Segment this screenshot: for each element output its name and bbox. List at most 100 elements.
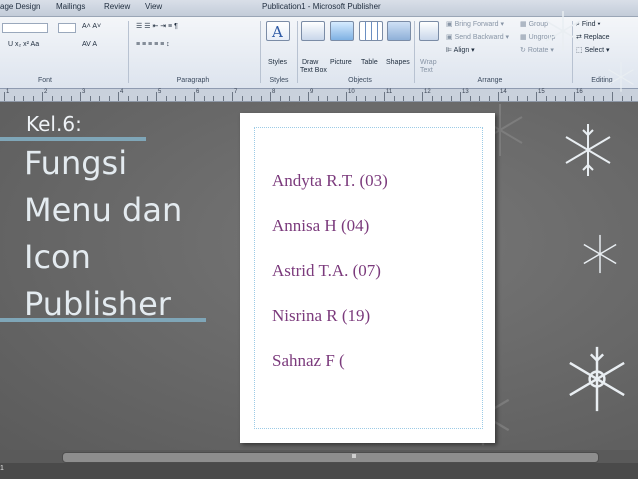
ruler-number: 11 — [386, 89, 393, 95]
underline-icon[interactable]: U x₂ x² Aa — [8, 41, 39, 49]
ruler-tick — [156, 92, 157, 101]
ruler-tick — [583, 96, 585, 101]
align-icons[interactable]: ≡ ≡ ≡ ≡ ≡ ↕ — [136, 41, 170, 49]
styles-button[interactable]: Styles — [268, 59, 287, 67]
wrap-text-button-line2[interactable]: Text — [420, 67, 433, 75]
title-line: Icon — [24, 238, 91, 276]
publication-page[interactable]: Andyta R.T. (03) Annisa H (04) Astrid T.… — [240, 113, 495, 443]
ruler-number: 2 — [44, 89, 48, 95]
ruler-tick — [51, 96, 53, 101]
bring-forward-button[interactable]: ▣ Bring Forward ▾ — [446, 21, 504, 29]
ruler-tick — [260, 96, 262, 101]
ruler-tick — [422, 92, 423, 101]
bullets-icon[interactable]: ☰ ☰ ⇤ ⇥ ≡ ¶ — [136, 23, 178, 31]
member-name: Annisa H (04) — [272, 216, 370, 235]
ruler-number: 6 — [196, 89, 200, 95]
grow-font-icon[interactable]: A˄ A˅ — [82, 23, 101, 31]
wrap-text-icon[interactable] — [419, 21, 439, 41]
select-label: Select — [584, 47, 605, 54]
tab-review[interactable]: Review — [104, 2, 130, 11]
snowflake-icon — [545, 11, 581, 51]
ruler-number: 7 — [234, 89, 238, 95]
ruler-tick — [346, 92, 347, 101]
send-backward-button[interactable]: ▣ Send Backward ▾ — [446, 34, 509, 42]
ruler-tick — [175, 96, 176, 101]
ruler-tick — [89, 96, 91, 101]
status-bar — [0, 463, 638, 479]
ruler-tick — [241, 96, 243, 101]
tab-page-design[interactable]: age Design — [0, 2, 40, 11]
ruler-tick — [355, 96, 357, 101]
ruler-tick — [317, 96, 319, 101]
ruler-tick — [536, 92, 537, 101]
font-size-box[interactable] — [58, 23, 76, 33]
ruler-tick — [460, 92, 461, 101]
ruler-tick — [564, 96, 566, 101]
ruler-tick — [374, 96, 376, 101]
ruler-tick — [365, 96, 366, 101]
page-indicator[interactable]: 1 — [0, 465, 4, 472]
ruler-tick — [118, 92, 119, 101]
picture-icon[interactable] — [330, 21, 354, 41]
ruler-tick — [431, 96, 433, 101]
ruler-tick — [574, 92, 575, 101]
ruler-tick — [327, 96, 328, 101]
ruler-tick — [308, 92, 309, 101]
ruler-tick — [393, 96, 395, 101]
ruler-tick — [251, 96, 252, 101]
horizontal-scrollbar[interactable] — [62, 452, 599, 463]
ruler-tick — [165, 96, 167, 101]
ruler-tick — [403, 96, 404, 101]
arrange-group-label: Arrange — [477, 77, 503, 84]
ruler-tick — [13, 96, 15, 101]
snowflake-icon — [565, 124, 611, 176]
draw-text-box-button-line1[interactable]: Draw — [302, 59, 318, 67]
snowflake-icon — [583, 234, 617, 274]
ruler-tick — [631, 96, 632, 101]
ruler-tick — [42, 92, 43, 101]
font-name-box[interactable] — [2, 23, 48, 33]
table-icon[interactable] — [359, 21, 383, 41]
member-list[interactable]: Andyta R.T. (03) Annisa H (04) Astrid T.… — [272, 171, 388, 396]
tab-mailings[interactable]: Mailings — [56, 2, 85, 11]
ruler-tick — [412, 96, 414, 101]
ruler-tick — [222, 96, 224, 101]
ruler-number: 16 — [576, 89, 583, 95]
ruler-tick — [279, 96, 281, 101]
horizontal-ruler[interactable]: 1 2 3 4 5 6 7 8 9 10 11 12 13 14 15 16 — [0, 89, 638, 102]
text-box-icon[interactable] — [301, 21, 325, 41]
member-name: Nisrina R (19) — [272, 306, 371, 325]
group-separator — [414, 21, 415, 83]
ruler-number: 10 — [348, 89, 355, 95]
ruler-tick — [593, 96, 594, 101]
font-group-label: Font — [37, 77, 52, 84]
ruler-tick — [441, 96, 442, 101]
styles-group-label: Styles — [269, 77, 289, 84]
slide-title: Fungsi Menu dan Icon Publisher — [24, 140, 182, 328]
align-button[interactable]: ⊫ Align ▾ — [446, 47, 475, 55]
draw-text-box-button-line2[interactable]: Text Box — [300, 67, 327, 75]
tab-view[interactable]: View — [145, 2, 162, 11]
paragraph-group-label: Paragraph — [176, 77, 210, 84]
shapes-button[interactable]: Shapes — [386, 59, 410, 67]
ruler-tick — [213, 96, 214, 101]
scrollbar-thumb[interactable] — [352, 454, 356, 458]
title-line: Menu dan — [24, 191, 183, 229]
bring-forward-label: Bring Forward — [454, 21, 499, 28]
ruler-tick — [23, 96, 24, 101]
ruler-tick — [127, 96, 129, 101]
ruler-number: 3 — [82, 89, 86, 95]
picture-button[interactable]: Picture — [330, 59, 352, 67]
font-color-icon[interactable]: AV A — [82, 41, 97, 49]
ruler-tick — [270, 92, 271, 101]
divider-line-bottom — [0, 318, 206, 322]
section-label: Kel.6: — [26, 112, 82, 136]
shapes-icon[interactable] — [387, 21, 411, 41]
styles-icon[interactable]: A — [266, 21, 290, 41]
group-separator — [128, 21, 129, 83]
ruler-number: 12 — [424, 89, 431, 95]
svg-text:A: A — [271, 23, 283, 40]
table-button[interactable]: Table — [361, 59, 378, 67]
snowflake-icon — [608, 62, 634, 92]
wrap-text-button-line1[interactable]: Wrap — [420, 59, 437, 67]
